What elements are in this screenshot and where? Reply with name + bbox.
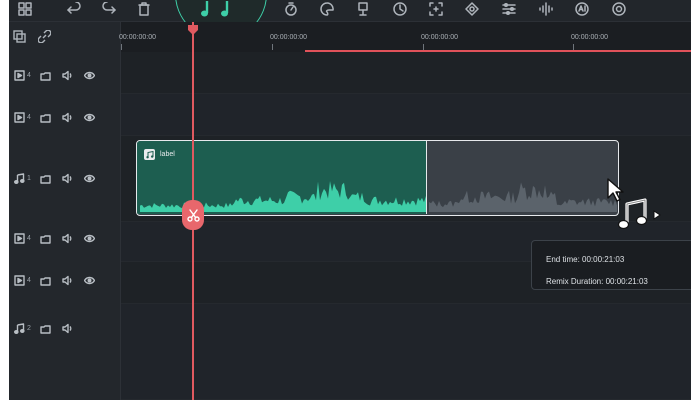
eye-icon[interactable] bbox=[81, 274, 97, 286]
lock-icon[interactable] bbox=[37, 322, 53, 334]
speaker-icon[interactable] bbox=[59, 69, 75, 81]
audio-waveform bbox=[140, 181, 617, 212]
track-header-video: 4 bbox=[9, 69, 121, 81]
redo-icon[interactable] bbox=[99, 1, 119, 17]
clip-label-text: label bbox=[160, 151, 175, 158]
speaker-icon[interactable] bbox=[59, 172, 75, 184]
speed-icon[interactable] bbox=[281, 1, 301, 17]
speaker-icon[interactable] bbox=[59, 322, 75, 334]
speaker-icon[interactable] bbox=[59, 111, 75, 123]
track-index: 1 bbox=[27, 174, 31, 182]
video-track-icon bbox=[11, 69, 27, 81]
video-track-icon bbox=[11, 111, 27, 123]
track-header-audio: 2 bbox=[9, 322, 121, 334]
track-lane-video[interactable] bbox=[121, 94, 691, 136]
track-lane-audio[interactable] bbox=[121, 304, 691, 400]
lock-icon[interactable] bbox=[37, 172, 53, 184]
track-header-panel: 4 4 1 4 4 2 bbox=[9, 22, 121, 400]
remix-info-tooltip: End time: 00:00:21:03 Remix Duration: 00… bbox=[531, 240, 691, 290]
ruler-time-label: 00:00:00:00 bbox=[421, 34, 458, 41]
adjust-icon[interactable] bbox=[499, 1, 519, 17]
delete-icon[interactable] bbox=[134, 1, 154, 17]
eye-icon[interactable] bbox=[81, 111, 97, 123]
track-header-video: 4 bbox=[9, 274, 121, 286]
eye-icon[interactable] bbox=[81, 69, 97, 81]
track-index: 4 bbox=[27, 71, 31, 79]
music-note-drag-icon bbox=[617, 198, 661, 230]
track-index: 4 bbox=[27, 234, 31, 242]
undo-icon[interactable] bbox=[64, 1, 84, 17]
music-note-icon bbox=[144, 149, 155, 160]
timer-icon[interactable] bbox=[390, 1, 410, 17]
keyframe-icon[interactable] bbox=[353, 1, 373, 17]
ruler-time-label: 00:00:00:00 bbox=[270, 34, 307, 41]
audio-split-icon[interactable] bbox=[536, 1, 556, 17]
lock-icon[interactable] bbox=[37, 274, 53, 286]
scissors-icon bbox=[186, 208, 200, 222]
lock-icon[interactable] bbox=[37, 69, 53, 81]
track-header-video: 4 bbox=[9, 232, 121, 244]
timeline-toolbar bbox=[9, 0, 691, 40]
editor-window: 4 4 1 4 4 2 00:00:00:00 00:00:00:00 00:0… bbox=[9, 0, 691, 400]
track-index: 4 bbox=[27, 276, 31, 284]
clip-title: label bbox=[144, 149, 175, 160]
ruler-tick bbox=[121, 44, 122, 50]
video-track-icon bbox=[11, 232, 27, 244]
grid-icon[interactable] bbox=[15, 1, 35, 17]
split-scissors-button[interactable] bbox=[182, 200, 204, 230]
audio-clip[interactable]: label bbox=[136, 140, 619, 216]
track-index: 4 bbox=[27, 113, 31, 121]
timeline-area[interactable]: 00:00:00:00 00:00:00:00 00:00:00:00 00:0… bbox=[119, 22, 691, 400]
color-icon[interactable] bbox=[317, 1, 337, 17]
playhead-handle[interactable] bbox=[187, 25, 199, 35]
speaker-icon[interactable] bbox=[59, 232, 75, 244]
ruler-time-label: 00:00:00:00 bbox=[119, 34, 156, 41]
ruler-time-label: 00:00:00:00 bbox=[571, 34, 608, 41]
ai-icon[interactable] bbox=[572, 1, 592, 17]
remix-duration-text: Remix Duration: 00:00:21:03 bbox=[546, 277, 648, 286]
track-lane-video[interactable] bbox=[121, 52, 691, 94]
ruler-tick bbox=[272, 44, 273, 50]
eye-icon[interactable] bbox=[81, 172, 97, 184]
video-track-icon bbox=[11, 274, 27, 286]
mask-icon[interactable] bbox=[462, 1, 482, 17]
speaker-icon[interactable] bbox=[59, 274, 75, 286]
link-icon[interactable] bbox=[38, 30, 51, 43]
music-track-icon bbox=[11, 322, 27, 334]
eye-icon[interactable] bbox=[81, 232, 97, 244]
crop-icon[interactable] bbox=[426, 1, 446, 17]
lock-icon[interactable] bbox=[37, 111, 53, 123]
track-header-video: 4 bbox=[9, 111, 121, 123]
lock-icon[interactable] bbox=[37, 232, 53, 244]
music-track-icon bbox=[11, 172, 27, 184]
music-notes-icon bbox=[201, 1, 229, 17]
end-time-text: End time: 00:00:21:03 bbox=[546, 255, 625, 264]
time-ruler[interactable]: 00:00:00:00 00:00:00:00 00:00:00:00 00:0… bbox=[119, 22, 691, 52]
render-icon[interactable] bbox=[609, 1, 629, 17]
track-index: 2 bbox=[27, 324, 31, 332]
add-track-icon[interactable] bbox=[13, 30, 26, 43]
track-header-audio: 1 bbox=[9, 172, 121, 184]
